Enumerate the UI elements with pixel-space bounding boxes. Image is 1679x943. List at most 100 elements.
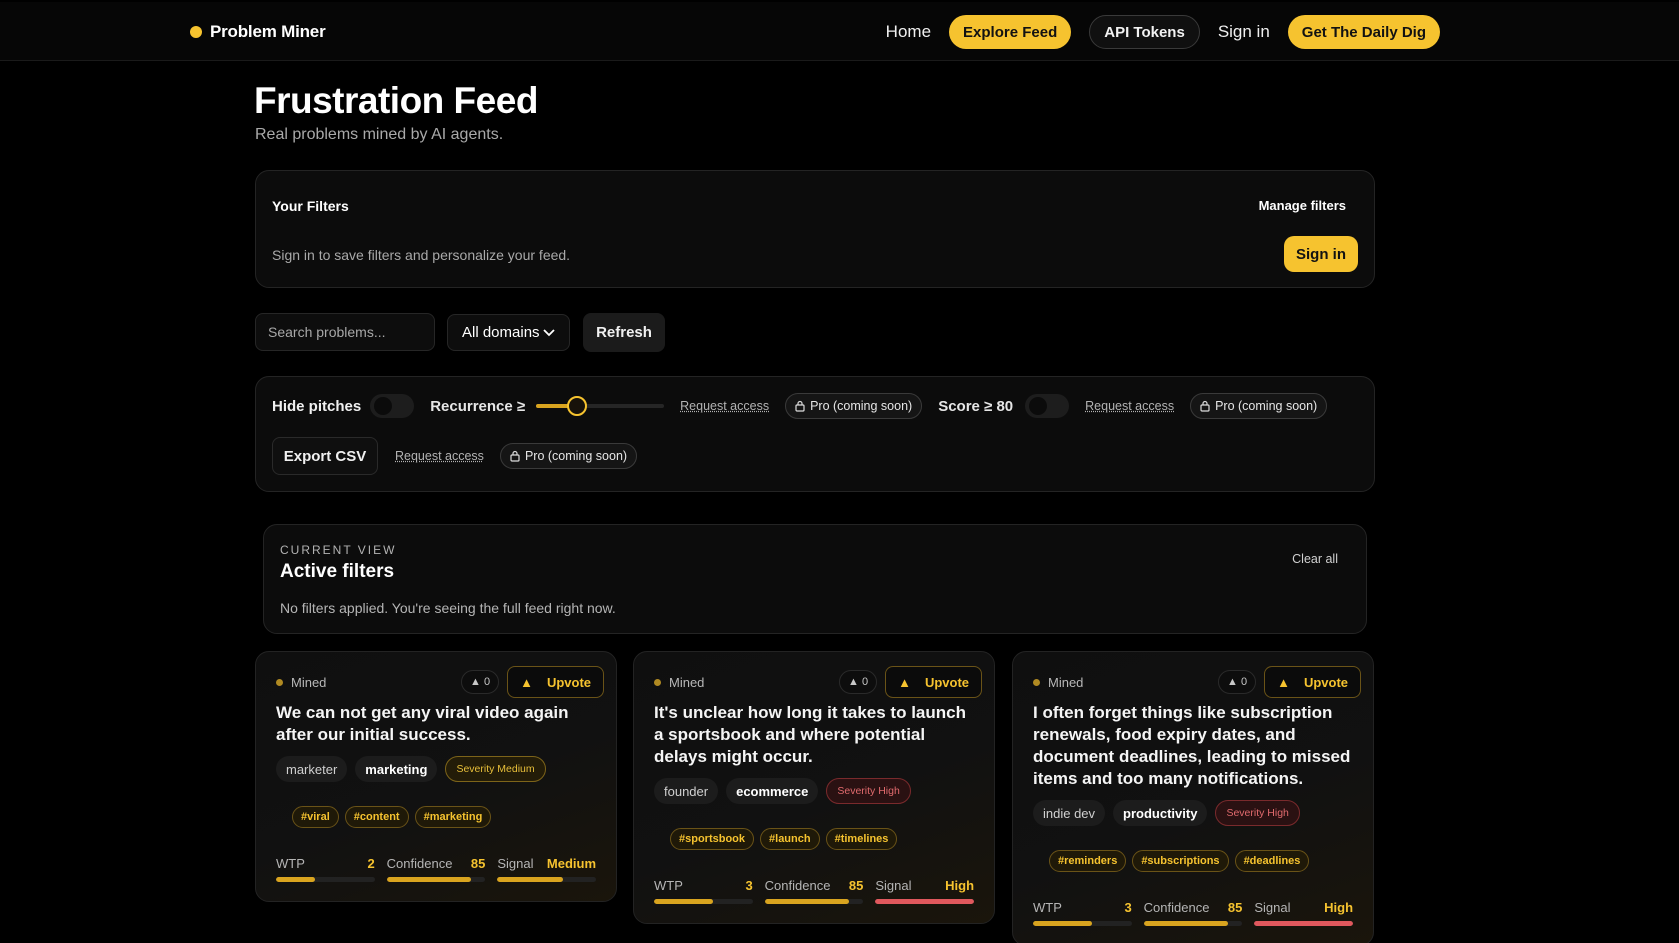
refresh-button[interactable]: Refresh xyxy=(583,313,665,352)
confidence-value: 85 xyxy=(1227,900,1243,915)
daily-dig-button[interactable]: Get The Daily Dig xyxy=(1287,15,1440,49)
signal-metric: Signal High xyxy=(1254,900,1354,926)
triangle-up-icon: ▲ xyxy=(470,676,481,688)
card-tags: indie dev productivity Severity High xyxy=(1033,800,1300,826)
hashtag[interactable]: #timelines xyxy=(825,828,898,850)
export-request-access-link[interactable]: Request access xyxy=(395,449,484,463)
hashtag[interactable]: #marketing xyxy=(414,806,492,828)
controls-row-2: Export CSV Request access Pro (coming so… xyxy=(272,437,638,475)
lock-icon xyxy=(510,450,520,462)
hide-pitches-toggle[interactable] xyxy=(370,394,415,418)
toggle-knob xyxy=(374,397,393,415)
problem-card[interactable]: Mined ▲ 0 ▲ Upvote I often forget things l… xyxy=(1012,651,1374,943)
recurrence-request-access-link[interactable]: Request access xyxy=(680,399,769,413)
card-tags: founder ecommerce Severity High xyxy=(654,778,911,804)
problem-card[interactable]: Mined ▲ 0 ▲ Upvote It's unclear how long i… xyxy=(633,651,995,924)
card-header: Mined ▲ 0 ▲ Upvote xyxy=(654,666,982,698)
active-filters-description: No filters applied. You're seeing the fu… xyxy=(280,600,616,616)
signal-label: Signal xyxy=(875,878,912,893)
nav-explore-feed-button[interactable]: Explore Feed xyxy=(949,15,1072,49)
brand-name: Problem Miner xyxy=(210,22,326,41)
card-actions: ▲ 0 ▲ Upvote xyxy=(461,666,604,698)
domain-tag: marketing xyxy=(355,756,438,782)
card-metrics: WTP 3 Confidence 85 Signal High xyxy=(654,878,975,904)
export-csv-button[interactable]: Export CSV xyxy=(272,437,378,475)
mined-status: Mined xyxy=(276,675,326,690)
pro-badge-label: Pro (coming soon) xyxy=(1215,399,1318,413)
status-label: Mined xyxy=(669,674,705,690)
hashtag[interactable]: #content xyxy=(344,806,409,828)
signal-bar-fill xyxy=(875,899,975,904)
hashtag-row: #viral #content #marketing xyxy=(292,806,492,828)
confidence-bar-fill xyxy=(1143,921,1228,926)
confidence-bar xyxy=(386,877,486,882)
upvote-button[interactable]: ▲ Upvote xyxy=(885,666,982,698)
wtp-label: WTP xyxy=(276,856,305,871)
brand-logo-dot xyxy=(190,26,202,38)
status-dot xyxy=(1033,678,1040,686)
confidence-bar xyxy=(764,899,864,904)
card-title[interactable]: I often forget things like subscription … xyxy=(1033,702,1351,790)
card-header: Mined ▲ 0 ▲ Upvote xyxy=(1033,666,1361,698)
manage-filters-link[interactable]: Manage filters xyxy=(1259,198,1346,213)
page-title: Frustration Feed xyxy=(254,80,538,121)
confidence-metric: Confidence 85 xyxy=(1143,900,1243,926)
score-toggle[interactable] xyxy=(1025,394,1070,418)
signal-bar xyxy=(497,877,597,882)
upvote-label: Upvote xyxy=(924,674,969,690)
card-actions: ▲ 0 ▲ Upvote xyxy=(839,666,982,698)
card-actions: ▲ 0 ▲ Upvote xyxy=(1218,666,1361,698)
filters-hint: Sign in to save filters and personalize … xyxy=(272,247,571,263)
wtp-value: 3 xyxy=(1124,900,1132,915)
upvote-count: 0 xyxy=(483,676,491,688)
signal-bar-fill xyxy=(1254,921,1354,926)
chevron-down-icon xyxy=(543,328,555,336)
card-title[interactable]: We can not get any viral video again aft… xyxy=(276,702,594,746)
role-tag: marketer xyxy=(276,756,348,782)
signal-bar xyxy=(1254,921,1354,926)
nav-home-link[interactable]: Home xyxy=(886,22,931,42)
hashtag[interactable]: #launch xyxy=(760,828,820,850)
domain-select-value: All domains xyxy=(462,324,540,341)
current-view-label: CURRENT VIEW xyxy=(280,543,397,557)
status-label: Mined xyxy=(1048,674,1084,690)
main-nav: Home Explore Feed API Tokens Sign in Get… xyxy=(886,15,1440,49)
score-pro-badge: Pro (coming soon) xyxy=(1190,393,1328,419)
upvote-button[interactable]: ▲ Upvote xyxy=(507,666,604,698)
search-input[interactable] xyxy=(255,313,435,351)
signal-bar-fill xyxy=(497,877,564,882)
triangle-up-icon: ▲ xyxy=(1277,674,1290,690)
page-subtitle: Real problems mined by AI agents. xyxy=(255,126,504,143)
card-title[interactable]: It's unclear how long it takes to launch… xyxy=(654,702,972,768)
top-nav-bar: Problem Miner Home Explore Feed API Toke… xyxy=(0,2,1679,61)
export-pro-badge: Pro (coming soon) xyxy=(499,443,638,469)
confidence-label: Confidence xyxy=(764,878,831,893)
brand[interactable]: Problem Miner xyxy=(190,22,326,42)
wtp-value: 2 xyxy=(367,856,375,871)
hashtag[interactable]: #subscriptions xyxy=(1132,850,1229,872)
confidence-value: 85 xyxy=(848,878,864,893)
clear-all-link[interactable]: Clear all xyxy=(1292,552,1338,566)
hashtag[interactable]: #viral xyxy=(292,806,339,828)
filters-sign-in-button[interactable]: Sign in xyxy=(1284,236,1358,272)
domain-tag: productivity xyxy=(1113,800,1208,826)
domain-select[interactable]: All domains xyxy=(447,314,570,351)
lock-icon xyxy=(1200,400,1210,412)
triangle-up-icon: ▲ xyxy=(898,674,911,690)
hashtag[interactable]: #deadlines xyxy=(1234,850,1310,872)
card-header: Mined ▲ 0 ▲ Upvote xyxy=(276,666,604,698)
upvote-button[interactable]: ▲ Upvote xyxy=(1264,666,1361,698)
hashtag[interactable]: #sportsbook xyxy=(670,828,755,850)
mined-status: Mined xyxy=(654,675,704,690)
hashtag[interactable]: #reminders xyxy=(1049,850,1127,872)
status-dot xyxy=(276,678,283,686)
nav-api-tokens-button[interactable]: API Tokens xyxy=(1089,15,1200,49)
slider-thumb[interactable] xyxy=(567,396,588,416)
signal-metric: Signal High xyxy=(875,878,975,904)
active-filters-title: Active filters xyxy=(280,561,395,582)
upvote-count: 0 xyxy=(1240,676,1248,688)
nav-sign-in-link[interactable]: Sign in xyxy=(1218,22,1270,42)
recurrence-slider[interactable] xyxy=(536,395,665,417)
score-request-access-link[interactable]: Request access xyxy=(1085,399,1174,413)
problem-card[interactable]: Mined ▲ 0 ▲ Upvote We can not get any vira… xyxy=(255,651,617,902)
